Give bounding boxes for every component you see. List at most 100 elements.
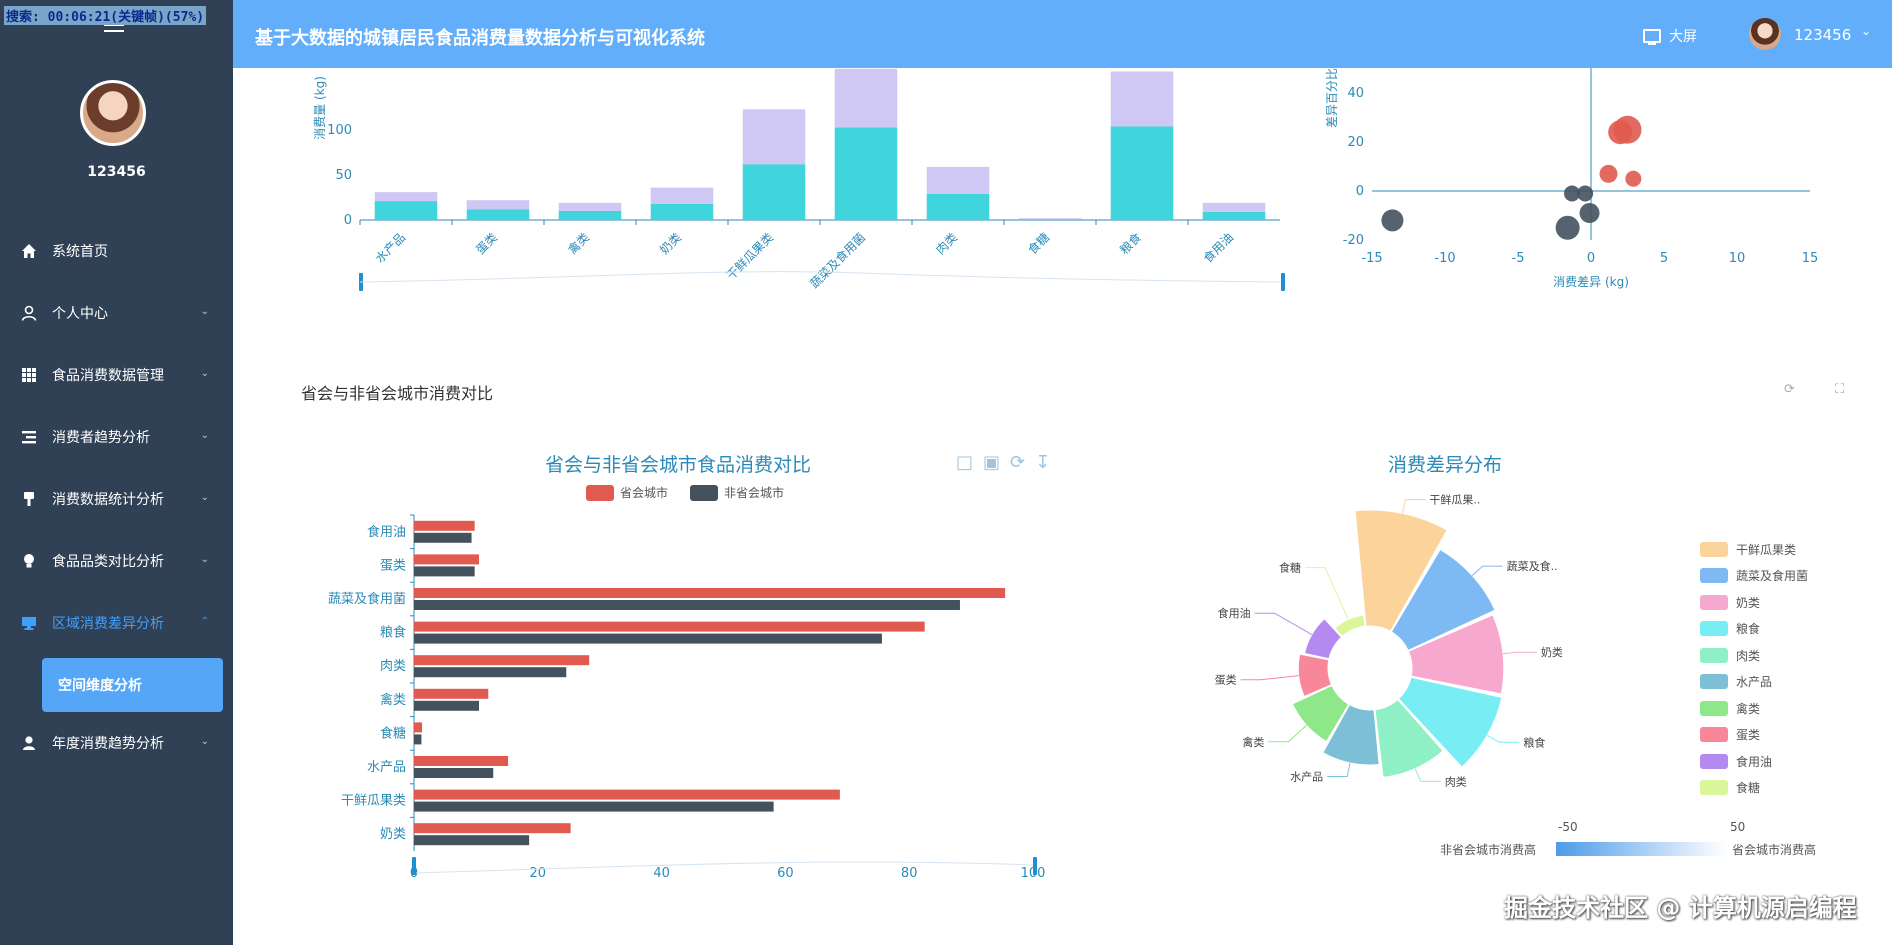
restore-icon[interactable]: ⟳ bbox=[1010, 452, 1035, 473]
bar-series-2[interactable] bbox=[1202, 202, 1266, 212]
bar-nonprovince[interactable] bbox=[414, 633, 882, 644]
bar-series-2[interactable] bbox=[1018, 218, 1082, 220]
chevron-down-icon: ⌄ bbox=[200, 554, 209, 565]
zoom-handle-right[interactable] bbox=[1281, 273, 1285, 291]
rose-slice-label: 水产品 bbox=[1290, 770, 1323, 784]
legend-swatch[interactable] bbox=[586, 484, 614, 501]
y-tick-label: 食糖 bbox=[380, 725, 406, 741]
bar-nonprovince[interactable] bbox=[414, 566, 475, 577]
person-icon bbox=[20, 734, 38, 752]
fullscreen-icon[interactable]: ⛶ bbox=[1835, 382, 1844, 397]
bar-province[interactable] bbox=[414, 520, 475, 531]
bar-series-1[interactable] bbox=[650, 203, 714, 220]
bar-series-1[interactable] bbox=[926, 193, 990, 220]
bar-province[interactable] bbox=[414, 756, 509, 766]
bar-series-1[interactable] bbox=[1202, 211, 1266, 220]
rose-slice[interactable] bbox=[1303, 618, 1343, 660]
zoom-slider-track[interactable] bbox=[413, 861, 1034, 874]
download-icon[interactable]: ↧ bbox=[1035, 452, 1060, 473]
sidebar-item-region[interactable]: 区域消费差异分析 ⌃ bbox=[0, 592, 233, 654]
legend-item[interactable]: 蔬菜及食用菌 bbox=[1700, 563, 1808, 590]
x-tick-label: 干鲜瓜果类 bbox=[724, 230, 776, 282]
x-tick-label: 蛋类 bbox=[473, 230, 500, 257]
user-icon bbox=[20, 304, 38, 322]
legend-item[interactable]: 食糖 bbox=[1700, 775, 1808, 802]
legend-item[interactable]: 禽类 bbox=[1700, 695, 1808, 722]
sidebar-item-stats[interactable]: 消费数据统计分析 ⌄ bbox=[0, 468, 233, 530]
bar-series-1[interactable] bbox=[558, 211, 622, 220]
legend-item[interactable]: 粮食 bbox=[1700, 616, 1808, 643]
bar-series-1[interactable] bbox=[466, 209, 530, 220]
bar-nonprovince[interactable] bbox=[414, 734, 422, 745]
bar-series-1[interactable] bbox=[1110, 126, 1174, 220]
bar-series-2[interactable] bbox=[558, 202, 622, 211]
zoom-icon[interactable]: □ bbox=[956, 452, 983, 473]
bar-series-2[interactable] bbox=[1110, 71, 1174, 127]
sidebar-item-food-data[interactable]: 食品消费数据管理 ⌄ bbox=[0, 344, 233, 406]
bar-province[interactable] bbox=[414, 621, 925, 632]
bar-series-1[interactable] bbox=[374, 201, 438, 220]
bar-nonprovince[interactable] bbox=[414, 700, 479, 711]
rose-slice-label: 粮食 bbox=[1523, 735, 1545, 749]
sidebar-item-annual[interactable]: 年度消费趋势分析 ⌄ bbox=[0, 712, 233, 774]
y-tick-label: 50 bbox=[335, 168, 352, 183]
bar-province[interactable] bbox=[414, 554, 479, 565]
bar-province[interactable] bbox=[414, 688, 489, 699]
bar-nonprovince[interactable] bbox=[414, 835, 530, 846]
bar-nonprovince[interactable] bbox=[414, 532, 472, 543]
bar-series-2[interactable] bbox=[926, 166, 990, 194]
bar-nonprovince[interactable] bbox=[414, 667, 567, 678]
legend-label[interactable]: 省会城市 bbox=[620, 484, 668, 501]
bar-nonprovince[interactable] bbox=[414, 768, 494, 778]
scatter-point[interactable] bbox=[1608, 120, 1633, 145]
user-avatar[interactable] bbox=[1749, 18, 1781, 50]
rose-slice[interactable] bbox=[1334, 614, 1366, 638]
bar-province[interactable] bbox=[414, 655, 590, 666]
bar-nonprovince[interactable] bbox=[414, 801, 774, 812]
rose-slice-label: 干鲜瓜果.. bbox=[1429, 493, 1480, 507]
submenu-item-spatial[interactable]: 空间维度分析 bbox=[42, 658, 223, 712]
legend-item[interactable]: 水产品 bbox=[1700, 669, 1808, 696]
bar-series-2[interactable] bbox=[834, 68, 898, 128]
zoom-handle-right[interactable] bbox=[1033, 857, 1037, 875]
bar-series-2[interactable] bbox=[374, 192, 438, 202]
scatter-point[interactable] bbox=[1577, 185, 1594, 202]
zoom-reset-icon[interactable]: ▣ bbox=[983, 452, 1010, 473]
legend-item[interactable]: 食用油 bbox=[1700, 748, 1808, 775]
zoom-handle-left[interactable] bbox=[412, 857, 416, 875]
bar-province[interactable] bbox=[414, 722, 423, 733]
legend-swatch[interactable] bbox=[690, 484, 719, 501]
legend-item[interactable]: 奶类 bbox=[1700, 589, 1808, 616]
sidebar-item-category[interactable]: 食品品类对比分析 ⌄ bbox=[0, 530, 233, 592]
legend-item[interactable]: 蛋类 bbox=[1700, 722, 1808, 749]
bar-series-1[interactable] bbox=[742, 164, 806, 220]
user-name[interactable]: 123456 bbox=[1794, 26, 1851, 44]
legend-label: 食糖 bbox=[1736, 781, 1761, 796]
refresh-icon[interactable]: ⟳ bbox=[1784, 382, 1795, 397]
bar-series-2[interactable] bbox=[650, 187, 714, 204]
bar-series-2[interactable] bbox=[466, 200, 530, 210]
scatter-point[interactable] bbox=[1555, 215, 1580, 240]
legend-item[interactable]: 肉类 bbox=[1700, 642, 1808, 669]
sidebar-item-home[interactable]: 系统首页 bbox=[0, 220, 233, 282]
bar-province[interactable] bbox=[414, 789, 840, 800]
sidebar-item-label: 食品消费数据管理 bbox=[52, 368, 164, 384]
sidebar-item-consumer-trend[interactable]: 消费者趋势分析 ⌄ bbox=[0, 406, 233, 468]
bigscreen-button[interactable]: 大屏 bbox=[1643, 26, 1697, 46]
legend-label[interactable]: 非省会城市 bbox=[724, 484, 784, 501]
chevron-down-icon[interactable]: ⌄ bbox=[1861, 24, 1871, 38]
bar-nonprovince[interactable] bbox=[414, 600, 960, 610]
bar-province[interactable] bbox=[414, 823, 571, 834]
bar-province[interactable] bbox=[414, 588, 1006, 598]
bar-series-1[interactable] bbox=[834, 127, 898, 220]
bar-series-2[interactable] bbox=[742, 109, 806, 165]
scatter-point[interactable] bbox=[1599, 164, 1618, 183]
sidebar-item-personal[interactable]: 个人中心 ⌄ bbox=[0, 282, 233, 344]
scatter-point[interactable] bbox=[1579, 203, 1600, 224]
bar-series-1[interactable] bbox=[1018, 219, 1082, 220]
visual-map[interactable]: -50 50 非省会城市消费高 省会城市消费高 bbox=[1430, 818, 1850, 868]
visual-map-bar[interactable] bbox=[1556, 842, 1726, 856]
legend-item[interactable]: 干鲜瓜果类 bbox=[1700, 536, 1808, 563]
scatter-point[interactable] bbox=[1625, 170, 1642, 187]
scatter-point[interactable] bbox=[1381, 209, 1404, 232]
